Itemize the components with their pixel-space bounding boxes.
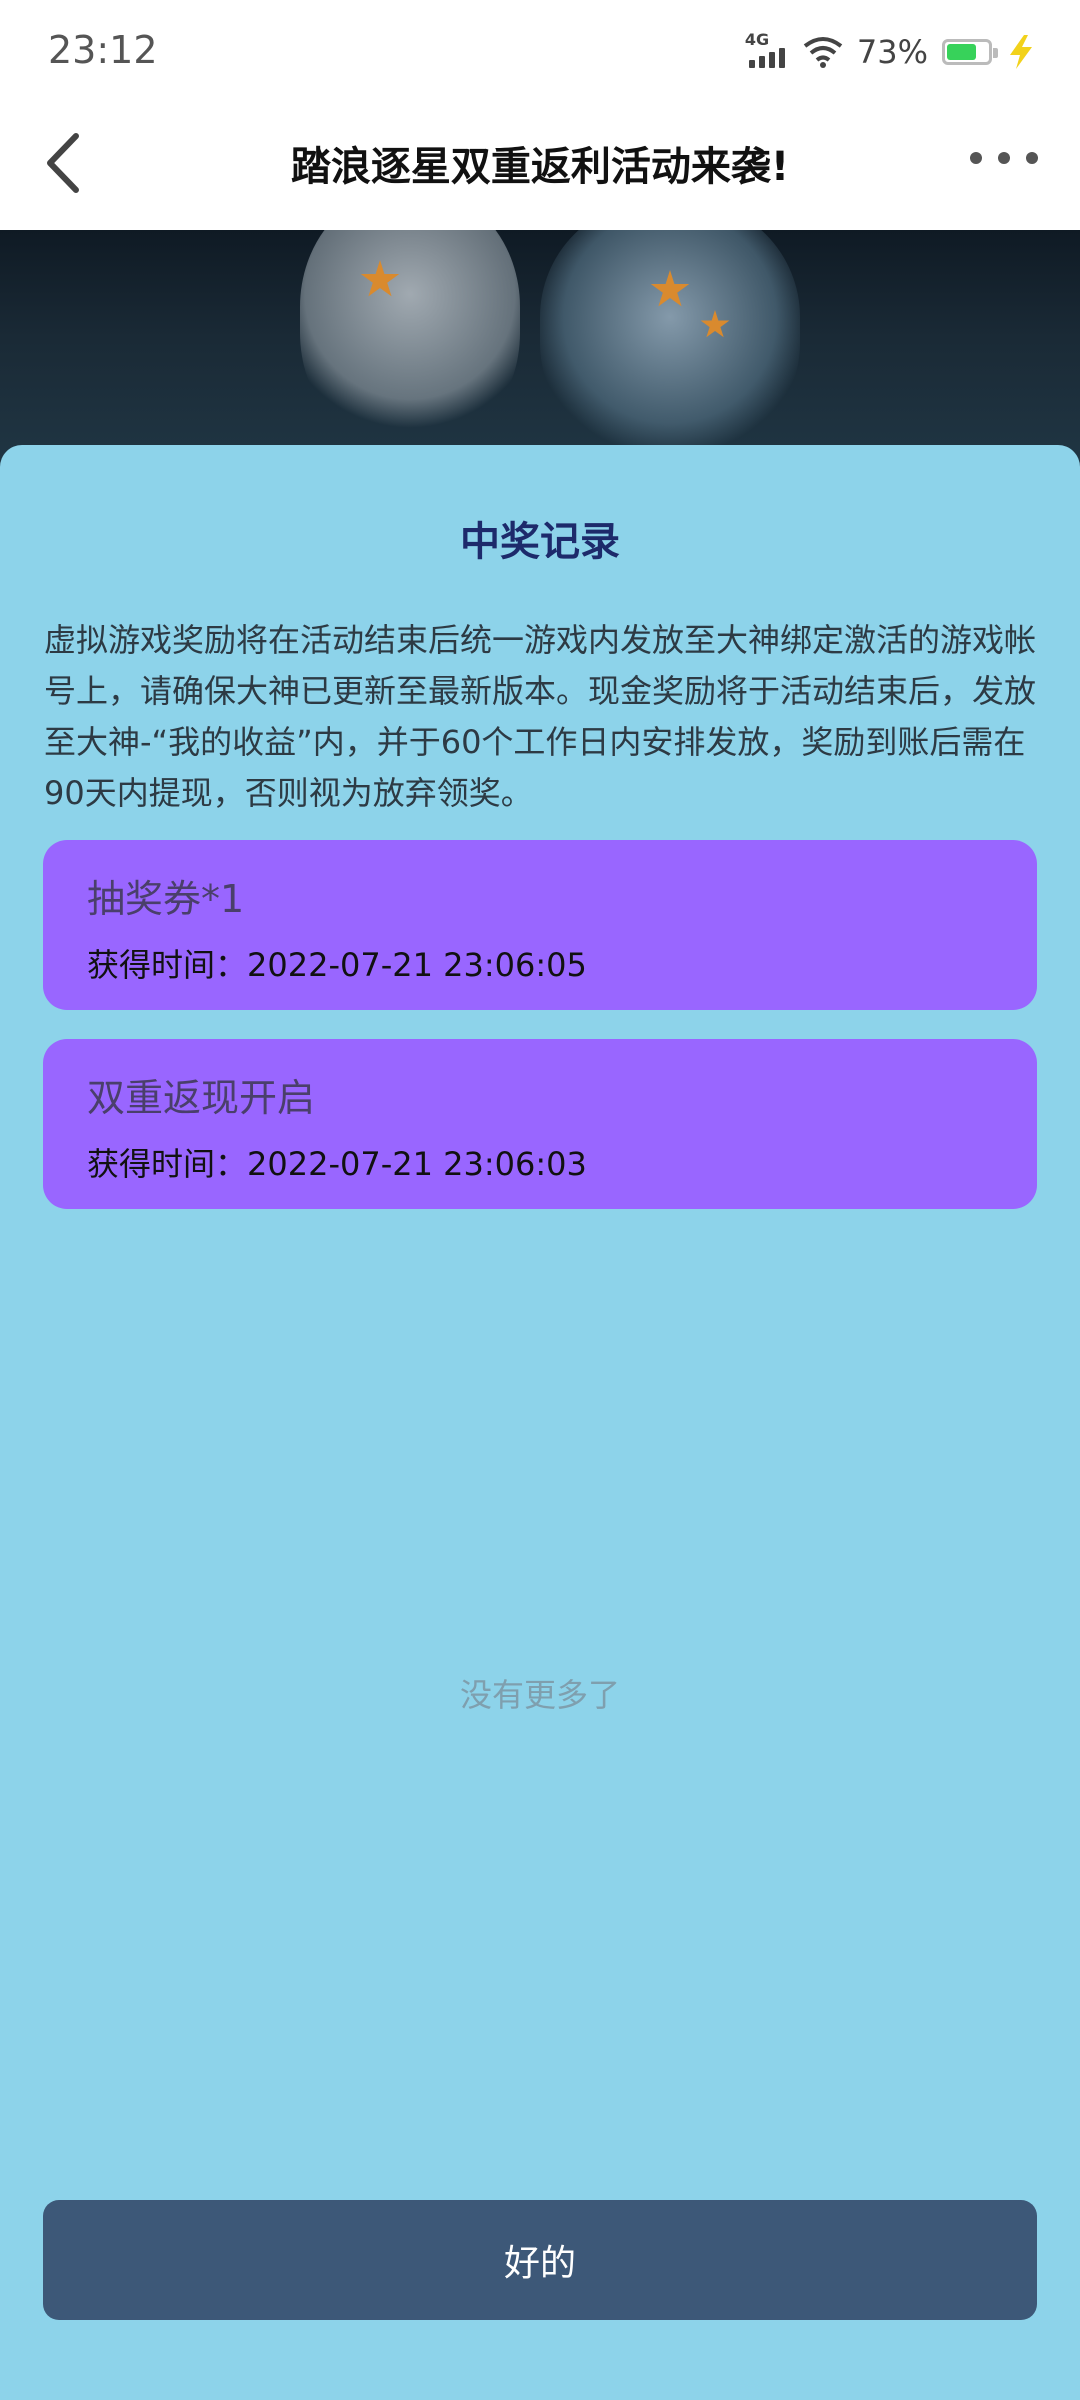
charging-bolt-icon bbox=[1010, 35, 1032, 69]
record-title: 抽奖券*1 bbox=[87, 877, 245, 921]
navigation-bar: 踏浪逐星双重返利活动来袭! bbox=[0, 100, 1080, 230]
status-bar: 23:12 4G 73% bbox=[0, 0, 1080, 100]
dialog-title: 中奖记录 bbox=[460, 519, 620, 565]
dialog-description: 虚拟游戏奖励将在活动结束后统一游戏内发放至大神绑定激活的游戏帐号上，请确保大神已… bbox=[44, 621, 1037, 812]
wifi-icon bbox=[803, 37, 843, 68]
record-card: 双重返现开启 获得时间：2022-07-21 23:06:03 bbox=[43, 1039, 1037, 1209]
record-title: 双重返现开启 bbox=[87, 1076, 316, 1120]
status-icons: 4G 73% bbox=[743, 30, 1036, 74]
more-dots-icon[interactable] bbox=[968, 148, 1040, 168]
battery-icon bbox=[942, 39, 998, 65]
page-title: 踏浪逐星双重返利活动来袭! bbox=[290, 144, 790, 190]
battery-fill bbox=[947, 44, 976, 60]
record-time: 获得时间：2022-07-21 23:06:03 bbox=[87, 1145, 587, 1183]
record-card: 抽奖券*1 获得时间：2022-07-21 23:06:05 bbox=[43, 840, 1037, 1010]
activity-banner-image bbox=[0, 230, 1080, 470]
ok-button[interactable]: 好的 bbox=[43, 2200, 1037, 2320]
signal-icon: 4G bbox=[743, 30, 789, 72]
status-time: 23:12 bbox=[48, 28, 158, 72]
record-time: 获得时间：2022-07-21 23:06:05 bbox=[87, 946, 587, 984]
back-arrow-icon[interactable] bbox=[40, 128, 90, 198]
battery-percent: 73% bbox=[856, 33, 928, 71]
prize-record-dialog: 中奖记录 虚拟游戏奖励将在活动结束后统一游戏内发放至大神绑定激活的游戏帐号上，请… bbox=[0, 445, 1080, 2400]
no-more-text: 没有更多了 bbox=[459, 1676, 620, 1714]
network-type: 4G bbox=[744, 30, 770, 49]
